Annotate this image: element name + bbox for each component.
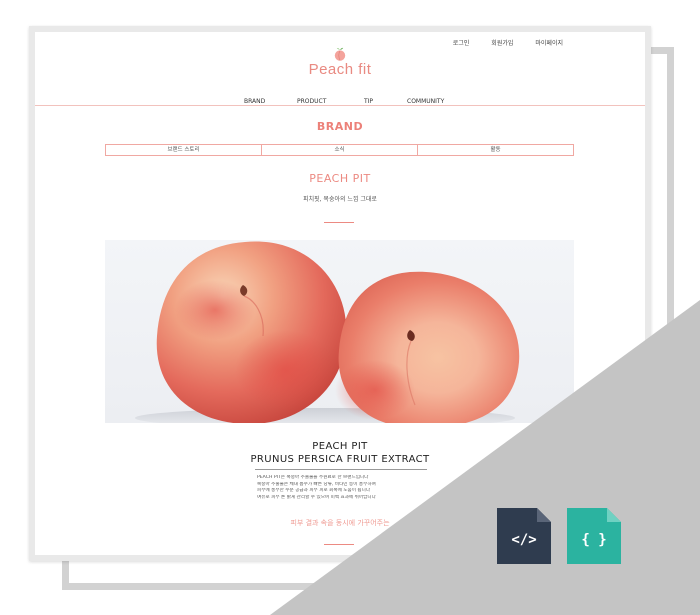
peach-logo-icon [334, 47, 346, 61]
logo-text: Peach fit [308, 61, 372, 78]
html-glyph-text: </> [511, 532, 536, 548]
subtab-news[interactable]: 소식 [262, 145, 418, 155]
product-description: PEACH PIT은 복숭아 추출물을 주원료로 한 브랜드입니다 복숭아 추출… [257, 475, 427, 501]
subtab-activity[interactable]: 활동 [418, 145, 573, 155]
site-logo[interactable]: Peach fit [35, 46, 645, 78]
brand-subtabs: 브랜드 스토리 소식 활동 [105, 144, 574, 156]
json-file-icon[interactable]: { } [567, 508, 621, 564]
html-file-icon[interactable]: </> [497, 508, 551, 564]
peaches-image [135, 241, 520, 423]
product-title: PEACH PIT PRUNUS PERSICA FRUIT EXTRACT [35, 440, 645, 466]
nav-tip[interactable]: TIP [364, 98, 373, 105]
screenshot-stage: 로그인 회원가입 마이페이지 Peach fit BRAND PRODUCT T… [0, 0, 700, 615]
json-file-glyph: { } [567, 508, 621, 564]
product-title-line2: PRUNUS PERSICA FRUIT EXTRACT [250, 454, 430, 465]
brand-name: PEACH PIT [309, 172, 371, 185]
nav-product[interactable]: PRODUCT [297, 98, 326, 105]
accent-divider [324, 222, 354, 223]
peach-photo [105, 240, 574, 423]
main-nav: BRAND PRODUCT TIP COMMUNITY [35, 98, 645, 110]
nav-divider [35, 105, 645, 106]
brand-tagline: 피치핏, 복숭아의 느낌 그대로 [303, 196, 377, 203]
product-title-underline [255, 469, 427, 470]
bottom-accent-divider [324, 544, 354, 545]
website-mockup: 로그인 회원가입 마이페이지 Peach fit BRAND PRODUCT T… [29, 26, 651, 561]
json-glyph-text: { } [581, 532, 606, 548]
subtab-brand-story[interactable]: 브랜드 스토리 [106, 145, 262, 155]
description-line: 여유로 피부 톤 밝게 관리할 수 있으며 미백 효과에 뛰어납니다 [257, 494, 376, 500]
html-file-glyph: </> [497, 508, 551, 564]
nav-community[interactable]: COMMUNITY [407, 98, 444, 105]
nav-brand[interactable]: BRAND [244, 98, 265, 105]
section-title: BRAND [316, 120, 364, 133]
product-title-line1: PEACH PIT [312, 441, 368, 452]
product-quote: 피부 결과 속을 동시에 가꾸어주는 [290, 519, 390, 527]
